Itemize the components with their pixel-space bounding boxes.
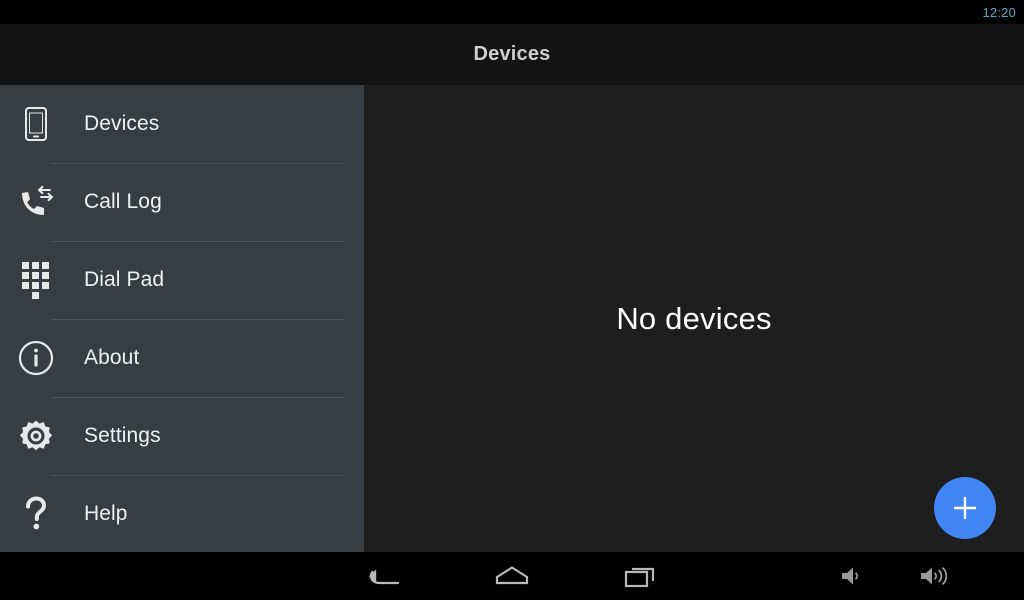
- status-bar: 12:20: [0, 0, 1024, 24]
- sidebar-item-label: Help: [84, 502, 128, 525]
- sidebar-item-label: Call Log: [84, 190, 162, 213]
- sidebar-item-devices[interactable]: Devices: [0, 85, 364, 163]
- plus-icon: [950, 493, 980, 523]
- android-tablet-screen: 12:20 Devices Devices Call Log Dial Pad …: [0, 0, 1024, 600]
- sidebar-item-label: Dial Pad: [84, 268, 165, 291]
- sidebar-item-call-log[interactable]: Call Log: [0, 163, 364, 241]
- nav-home-button[interactable]: [476, 552, 548, 600]
- call-log-icon: [16, 182, 56, 222]
- sidebar-item-about[interactable]: About: [0, 319, 364, 397]
- nav-volume-up-button[interactable]: [898, 552, 970, 600]
- page-title: Devices: [473, 43, 551, 65]
- sidebar-item-settings[interactable]: Settings: [0, 397, 364, 475]
- volume-up-icon: [919, 564, 949, 588]
- nav-recents-button[interactable]: [604, 552, 676, 600]
- sidebar-item-dial-pad[interactable]: Dial Pad: [0, 241, 364, 319]
- sidebar-item-help[interactable]: Help: [0, 475, 364, 552]
- gear-icon: [16, 416, 56, 456]
- question-mark-icon: [16, 494, 56, 534]
- smartphone-icon: [16, 104, 56, 144]
- nav-back-button[interactable]: [348, 552, 420, 600]
- action-bar: Devices: [0, 24, 1024, 85]
- sidebar-navigation: Devices Call Log Dial Pad About Settings…: [0, 85, 364, 552]
- status-bar-clock: 12:20: [982, 4, 1016, 20]
- home-icon: [494, 564, 530, 588]
- sidebar-item-label: About: [84, 346, 140, 369]
- back-arrow-icon: [367, 564, 401, 588]
- add-device-fab[interactable]: [934, 477, 996, 539]
- body-area: Devices Call Log Dial Pad About Settings…: [0, 85, 1024, 552]
- system-navigation-bar: [0, 552, 1024, 600]
- volume-down-icon: [839, 564, 865, 588]
- main-content: No devices: [364, 85, 1024, 552]
- empty-state-message: No devices: [616, 300, 772, 336]
- sidebar-item-label: Devices: [84, 112, 160, 135]
- sidebar-item-label: Settings: [84, 424, 161, 447]
- dialpad-icon: [16, 260, 56, 300]
- info-circle-icon: [16, 338, 56, 378]
- nav-volume-down-button[interactable]: [816, 552, 888, 600]
- recents-icon: [624, 563, 656, 589]
